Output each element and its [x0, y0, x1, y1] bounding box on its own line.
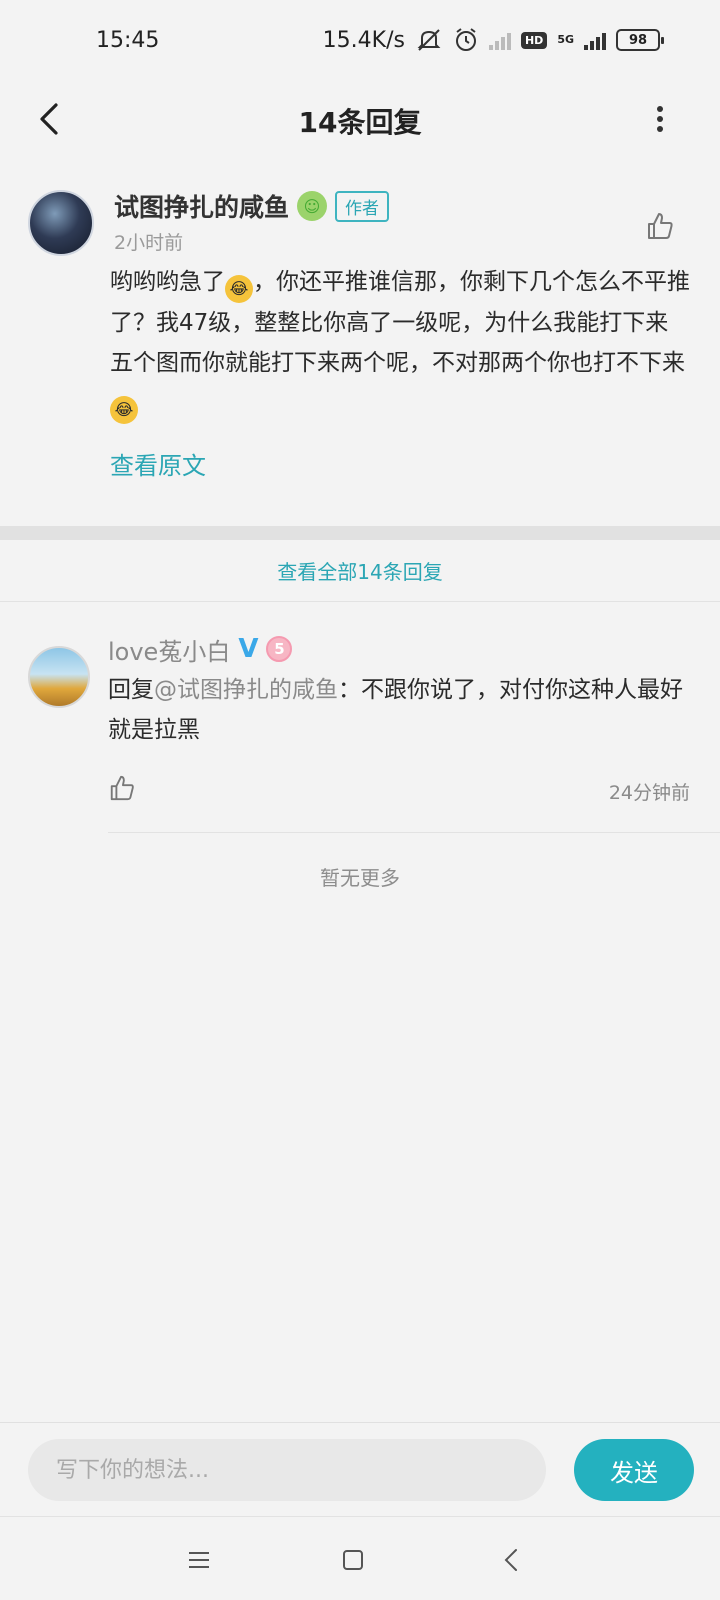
- back-button[interactable]: [24, 94, 74, 144]
- send-button[interactable]: 发送: [574, 1439, 694, 1501]
- more-vertical-icon: [657, 106, 663, 132]
- chevron-left-icon: [40, 103, 58, 135]
- post-text: 哟哟哟急了 😂 ，你还平推谁信那，你剩下几个怎么不平推了？我47级，整整比你高了一级…: [110, 262, 690, 424]
- comment-composer: 发送: [0, 1422, 720, 1516]
- main-comment: 试图挣扎的咸鱼 ☺ 作者 2小时前 哟哟哟急了 😂 ，你还平推谁信那，你剩下几个怎么…: [0, 162, 720, 524]
- reply-user-row: love菟小白 V 5: [108, 632, 293, 667]
- author-name[interactable]: 试图挣扎的咸鱼: [114, 188, 289, 224]
- thumbs-up-icon: [110, 775, 134, 801]
- reply-item: love菟小白 V 5 回复@试图挣扎的咸鱼：不跟你说了，对付你这种人最好就是拉…: [0, 602, 720, 833]
- mention-link[interactable]: @试图挣扎的咸鱼: [154, 677, 338, 703]
- level-badge-icon: 5: [266, 636, 293, 662]
- view-all-replies-link[interactable]: 查看全部14条回复: [0, 540, 720, 602]
- system-nav-bar: [0, 1516, 720, 1600]
- post-time: 2小时前: [114, 232, 184, 254]
- no-more-text: 暂无更多: [320, 866, 400, 890]
- status-time: 15:45: [96, 27, 160, 53]
- reply-avatar[interactable]: [28, 646, 90, 708]
- home-button[interactable]: [328, 1535, 378, 1585]
- signal-5g-icon: 5G: [557, 33, 574, 46]
- reply-text: 回复@试图挣扎的咸鱼：不跟你说了，对付你这种人最好就是拉黑: [108, 677, 683, 743]
- status-icons: 15.4K/s HD 5G 98: [322, 27, 664, 53]
- author-tag: 作者: [335, 190, 390, 222]
- alarm-icon: [453, 27, 479, 53]
- signal-weak-icon: [488, 30, 511, 50]
- section-divider: [0, 526, 720, 540]
- square-icon: [343, 1550, 363, 1570]
- reply-username[interactable]: love菟小白: [108, 632, 230, 667]
- verified-icon: V: [238, 634, 259, 664]
- laughing-emoji-icon: 😂: [225, 275, 253, 303]
- hd-icon: HD: [520, 31, 548, 49]
- menu-button[interactable]: [174, 1535, 224, 1585]
- menu-icon: [189, 1552, 209, 1568]
- like-button[interactable]: [640, 206, 680, 246]
- reply-like-button[interactable]: [104, 770, 140, 806]
- system-back-button[interactable]: [486, 1535, 536, 1585]
- page-title: 14条回复: [298, 106, 422, 139]
- signal-strength-icon: [584, 30, 606, 50]
- reply-divider: [108, 832, 720, 833]
- reply-time: 24分钟前: [608, 782, 690, 804]
- net-speed: 15.4K/s: [322, 27, 405, 53]
- battery-icon: 98: [616, 29, 664, 51]
- more-button[interactable]: [640, 94, 680, 144]
- laughing-emoji-icon: 😂: [110, 396, 138, 424]
- mute-icon: [415, 27, 443, 53]
- view-original-link[interactable]: 查看原文: [110, 446, 206, 481]
- status-bar: 15:45 15.4K/s HD 5G 98: [0, 0, 720, 80]
- comment-input[interactable]: [28, 1439, 546, 1501]
- top-bar: 14条回复: [0, 80, 720, 162]
- author-row: 试图挣扎的咸鱼 ☺ 作者: [114, 188, 390, 224]
- back-triangle-icon: [504, 1549, 517, 1571]
- thumbs-up-icon: [648, 213, 673, 239]
- character-badge-icon: ☺: [297, 191, 328, 221]
- author-avatar[interactable]: [28, 190, 94, 256]
